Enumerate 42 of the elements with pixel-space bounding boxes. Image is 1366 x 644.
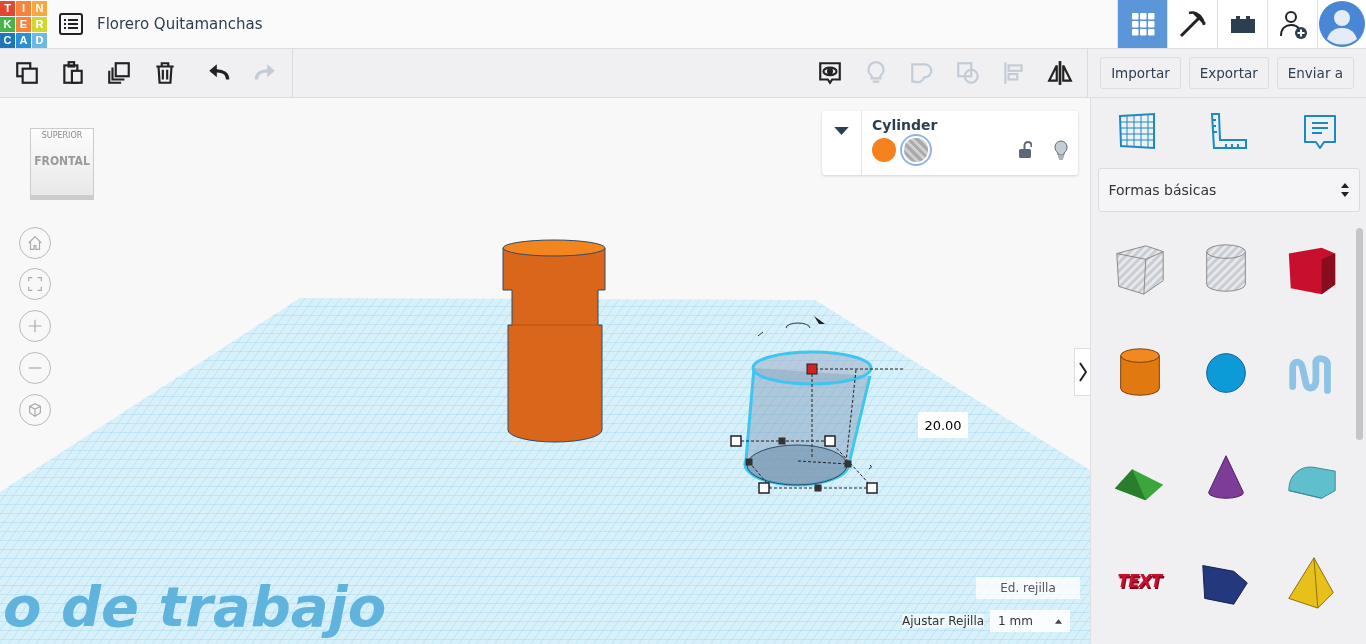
logo-tile: A: [16, 32, 31, 48]
perspective-icon[interactable]: [19, 394, 51, 426]
cube-top-label: SUPERIOR: [41, 131, 83, 140]
fit-icon[interactable]: [19, 268, 51, 300]
workplane-icon[interactable]: [1116, 112, 1157, 152]
ruler-icon[interactable]: [1208, 112, 1249, 152]
pickaxe-view-button[interactable]: [1167, 0, 1217, 48]
snap-grid-label: Ajustar Rejilla: [902, 614, 985, 628]
edit-grid-button[interactable]: Ed. rejilla: [976, 577, 1080, 599]
logo-tile: C: [0, 32, 15, 48]
home-icon[interactable]: [19, 227, 51, 259]
dimension-label[interactable]: 20.00: [918, 412, 968, 438]
logo-tile: T: [0, 0, 15, 16]
add-user-view-button[interactable]: [1267, 0, 1317, 48]
workplane-watermark: o de trabajo: [3, 574, 387, 639]
logo-tile: R: [32, 16, 47, 32]
light-bulb-icon[interactable]: [1054, 140, 1068, 160]
design-menu-icon[interactable]: [59, 13, 83, 35]
logo-tile: D: [32, 32, 47, 48]
snap-grid-select[interactable]: 1 mm: [990, 610, 1071, 632]
action-button[interactable]: Exportar: [1188, 57, 1269, 89]
shape-name: Cylinder: [872, 117, 939, 133]
scrollbar[interactable]: [1356, 228, 1363, 440]
logo[interactable]: T I N K E R C A D: [0, 0, 47, 48]
shape-category-select[interactable]: Formas básicas: [1097, 168, 1360, 212]
logo-tile: K: [0, 16, 15, 32]
collapse-panel-button[interactable]: [1074, 348, 1090, 396]
logo-tile: E: [16, 16, 31, 32]
up-down-caret-icon: [1340, 183, 1349, 197]
logo-tile: N: [32, 0, 47, 16]
user-avatar[interactable]: [1317, 0, 1366, 48]
chevron-icon: [1078, 362, 1087, 382]
project-title[interactable]: Florero Quitamanchas: [97, 15, 263, 33]
bricks-view-button[interactable]: [1217, 0, 1267, 48]
hole-chip[interactable]: [904, 138, 928, 162]
logo-tile: I: [16, 0, 31, 16]
action-button[interactable]: Enviar a: [1276, 57, 1354, 89]
solid-color-chip[interactable]: [872, 138, 896, 162]
caret-icon: [1055, 618, 1063, 624]
unlocked-lock-icon[interactable]: [1018, 141, 1032, 159]
cube-front-label: FRONTAL: [34, 154, 90, 168]
action-button[interactable]: Importar: [1100, 57, 1181, 89]
